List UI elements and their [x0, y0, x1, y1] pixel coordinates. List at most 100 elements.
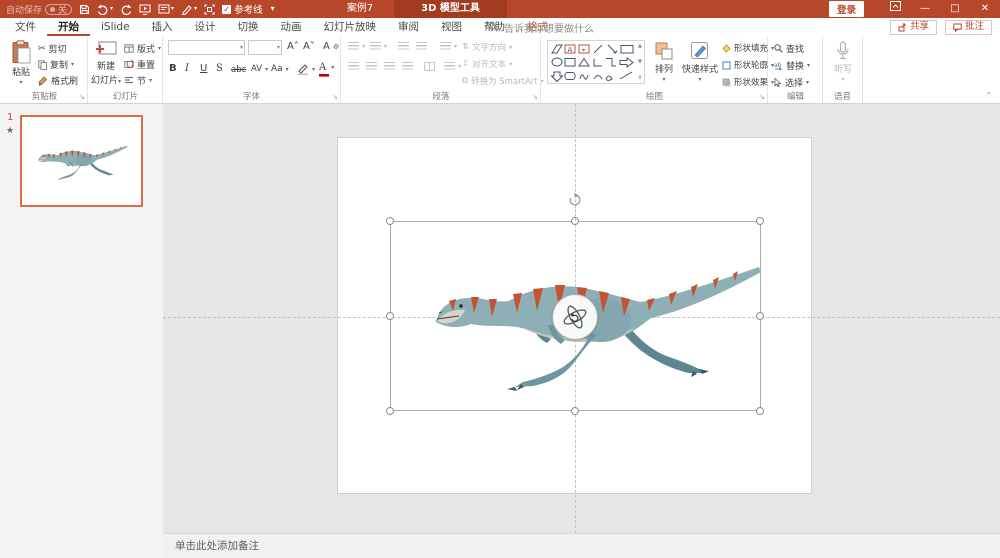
tab-design[interactable]: 设计 [184, 18, 227, 36]
tab-file[interactable]: 文件 [4, 18, 47, 36]
text-direction-button[interactable]: ⇅ 文字方向 ▾ [462, 41, 512, 53]
select-button[interactable]: 选择 ▾ [774, 76, 809, 89]
pen-button[interactable]: ▾ [181, 0, 197, 18]
columns-button[interactable] [424, 62, 435, 71]
clipboard-dialog-launcher-icon[interactable]: ↘ [79, 93, 85, 101]
reset-button[interactable]: 重置 [124, 58, 155, 71]
font-dialog-launcher-icon[interactable]: ↘ [332, 93, 338, 101]
start-slideshow-button[interactable] [139, 0, 151, 18]
font-color-button[interactable]: A ▾ [319, 62, 334, 77]
section-button[interactable]: 节 ▾ [124, 74, 152, 87]
guides-checkbox[interactable]: ✓ 参考线 [222, 2, 263, 16]
layout-button[interactable]: 版式 ▾ [124, 42, 161, 55]
arrange-icon [655, 42, 673, 60]
new-slide-button[interactable]: 新建 幻灯片▾ [91, 41, 121, 86]
tab-review[interactable]: 审阅 [387, 18, 430, 36]
comments-button[interactable]: 批注 [944, 19, 992, 35]
undo-button[interactable]: ▾ [97, 0, 113, 18]
bold-button[interactable]: B [169, 63, 177, 74]
convert-smartart-button[interactable]: ⧉ 转换为 SmartArt ▾ [462, 75, 544, 87]
dictate-button[interactable]: 听写 ▾ [829, 41, 857, 83]
font-name-combobox[interactable]: ▾ [168, 40, 245, 55]
tell-me-box[interactable]: 告诉我你想要做什么 [488, 18, 594, 36]
find-button[interactable]: 查找 [774, 42, 804, 55]
minimize-button[interactable]: — [910, 0, 940, 18]
align-text-label: 对齐文本 [472, 60, 507, 70]
layout-icon [124, 44, 134, 53]
resize-handle-bottom-middle[interactable] [571, 407, 579, 415]
shape-outline-button[interactable]: 形状轮廓 ▾ [722, 59, 774, 71]
increase-indent-button[interactable] [416, 42, 427, 51]
shapes-gallery[interactable]: A ⌖ [547, 40, 639, 84]
shape-effects-button[interactable]: 形状效果 ▾ [722, 76, 774, 88]
italic-button[interactable]: I [185, 63, 189, 74]
resize-handle-top-left[interactable] [386, 217, 394, 225]
shapes-gallery-scroll[interactable]: ▲ ▼ ⊽ [636, 40, 645, 84]
shape-fill-button[interactable]: 形状填充 ▾ [722, 42, 774, 54]
format-painter-button[interactable]: 格式刷 [38, 74, 78, 87]
paragraph-dialog-launcher-icon[interactable]: ↘ [532, 93, 538, 101]
strikethrough-button[interactable]: abc [231, 65, 246, 75]
notes-pane[interactable]: 单击此处添加备注 [163, 533, 1000, 558]
align-center-button[interactable] [366, 62, 377, 71]
tab-islide[interactable]: iSlide [90, 18, 141, 36]
drawing-dialog-launcher-icon[interactable]: ↘ [759, 93, 765, 101]
align-right-button[interactable] [384, 62, 395, 71]
autosave-toggle[interactable]: 自动保存 关 [6, 3, 73, 16]
tab-insert[interactable]: 插入 [141, 18, 184, 36]
clear-formatting-button[interactable]: A [323, 41, 339, 52]
font-size-combobox[interactable]: ▾ [248, 40, 282, 55]
align-text-button[interactable]: ⇳ 对齐文本 ▾ [462, 58, 512, 70]
tab-slideshow[interactable]: 幻灯片放映 [313, 18, 388, 36]
cut-button[interactable]: ✂ 剪切 [38, 42, 67, 56]
add-remove-columns-button[interactable]: ▾ [444, 62, 461, 71]
copy-button[interactable]: 复制 ▾ [38, 58, 74, 71]
grow-font-button[interactable]: A˄ [287, 41, 299, 52]
highlight-color-button[interactable]: ▾ [297, 63, 315, 75]
underline-button[interactable]: U [200, 63, 207, 74]
resize-handle-bottom-right[interactable] [756, 407, 764, 415]
align-text-icon: ⇳ [462, 59, 470, 69]
tab-home[interactable]: 开始 [47, 18, 90, 36]
grid-box-button[interactable] [204, 0, 215, 18]
slide-1-thumbnail[interactable] [20, 115, 143, 207]
redo-button[interactable] [120, 0, 132, 18]
resize-handle-middle-left[interactable] [386, 312, 394, 320]
login-button[interactable]: 登录 [828, 1, 864, 17]
character-spacing-button[interactable]: AV ▾ [251, 64, 268, 74]
slide-canvas-area[interactable] [163, 104, 1000, 533]
section-caret-icon: ▾ [149, 77, 153, 84]
ribbon-display-options-button[interactable] [880, 0, 910, 18]
close-button[interactable]: ✕ [970, 0, 1000, 18]
change-case-button[interactable]: Aa ▾ [271, 64, 289, 74]
resize-handle-top-right[interactable] [756, 217, 764, 225]
numbering-button[interactable]: ▾ [370, 42, 387, 51]
align-left-button[interactable] [348, 62, 359, 71]
shrink-font-button[interactable]: A˅ [303, 41, 315, 52]
align-center-icon [366, 62, 377, 71]
qat-more-icon[interactable]: ▾ [271, 5, 275, 13]
text-shadow-button[interactable]: S [216, 63, 223, 74]
resize-handle-middle-right[interactable] [756, 312, 764, 320]
replace-button[interactable]: ab 替换 ▾ [774, 59, 810, 72]
contextual-tab-3d-model-tools[interactable]: 3D 模型工具 [394, 0, 507, 18]
slide-layout-button[interactable]: ▾ [158, 0, 174, 18]
3d-rotate-control[interactable] [552, 294, 598, 340]
new-slide-label-2: 幻灯片 [90, 76, 118, 86]
collapse-ribbon-icon[interactable]: ⌃ [985, 91, 992, 100]
tab-transitions[interactable]: 切换 [227, 18, 270, 36]
tab-view[interactable]: 视图 [430, 18, 473, 36]
bullets-button[interactable]: ▾ [348, 42, 365, 51]
rotation-handle[interactable] [568, 192, 582, 206]
tab-animations[interactable]: 动画 [270, 18, 313, 36]
decrease-indent-button[interactable] [398, 42, 409, 51]
justify-button[interactable] [402, 62, 413, 71]
share-button[interactable]: 共享 [889, 19, 937, 35]
quick-styles-button[interactable]: 快速样式 ▾ [682, 41, 718, 83]
maximize-button[interactable]: □ [940, 0, 970, 18]
resize-handle-bottom-left[interactable] [386, 407, 394, 415]
save-button[interactable] [79, 0, 90, 18]
paste-button[interactable]: 粘贴 ▾ [7, 40, 35, 86]
line-spacing-button[interactable]: ▾ [440, 42, 457, 51]
arrange-button[interactable]: 排列 ▾ [650, 41, 678, 83]
